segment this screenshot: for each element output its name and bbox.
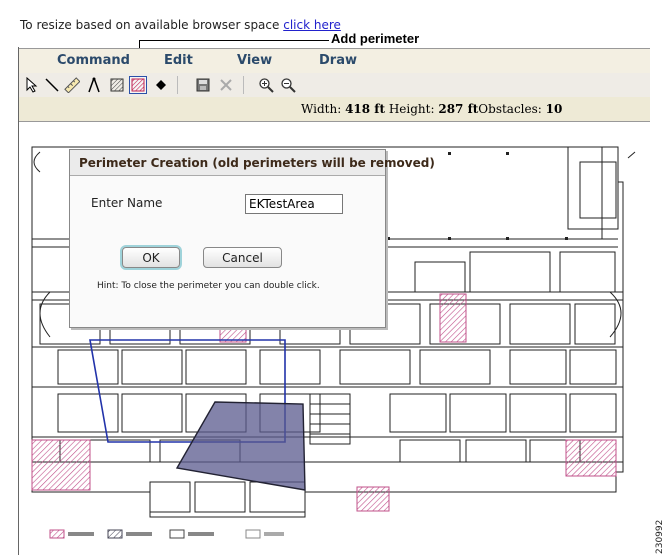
toolbar-separator xyxy=(243,76,244,94)
line-icon[interactable] xyxy=(43,76,61,94)
width-value: 418 ft xyxy=(345,102,386,116)
dimension-readout: Width: 418 ft Height: 287 ftObstacles: 1… xyxy=(301,102,562,116)
obstacles-label: Obstacles: xyxy=(478,102,542,116)
ruler-icon[interactable] xyxy=(63,76,81,94)
dialog-hint: Hint: To close the perimeter you can dou… xyxy=(97,281,320,291)
perimeter-name-input[interactable] xyxy=(245,194,343,214)
name-label: Enter Name xyxy=(91,196,163,210)
callout-label: Add perimeter xyxy=(331,31,420,46)
ok-button[interactable]: OK xyxy=(122,247,180,268)
cancel-button[interactable]: Cancel xyxy=(203,247,282,268)
menu-draw[interactable]: Draw xyxy=(319,53,357,68)
resize-note-text: To resize based on available browser spa… xyxy=(20,18,280,32)
delete-x-icon[interactable] xyxy=(217,76,235,94)
obstacles-value: 10 xyxy=(545,102,563,116)
zoom-in-icon[interactable] xyxy=(257,76,275,94)
menu-view[interactable]: View xyxy=(237,53,272,68)
callout-leader-line xyxy=(139,40,329,41)
select-arrow-icon[interactable] xyxy=(23,76,41,94)
location-diamond-icon[interactable] xyxy=(152,76,170,94)
menu-edit[interactable]: Edit xyxy=(164,53,193,68)
width-label: Width: xyxy=(301,102,342,116)
height-value: 287 ft xyxy=(438,102,479,116)
perimeter-creation-dialog: Perimeter Creation (old perimeters will … xyxy=(69,149,435,328)
click-here-link[interactable]: click here xyxy=(283,18,341,32)
height-label: Height: xyxy=(388,102,435,116)
save-disk-icon[interactable] xyxy=(194,76,212,94)
figure-id: 230992 xyxy=(655,520,665,554)
toolbar-separator xyxy=(177,76,178,94)
figure-id-text: 230992 xyxy=(655,520,665,554)
zoom-out-icon[interactable] xyxy=(279,76,297,94)
add-perimeter-icon[interactable] xyxy=(129,76,147,94)
resize-note: To resize based on available browser spa… xyxy=(20,18,341,32)
compass-icon[interactable] xyxy=(85,76,103,94)
menubar: Command Edit View Draw xyxy=(19,48,650,74)
dialog-title: Perimeter Creation (old perimeters will … xyxy=(70,150,435,176)
coverage-area-icon[interactable] xyxy=(108,76,126,94)
dimension-status-bar: Width: 418 ft Height: 287 ftObstacles: 1… xyxy=(19,97,650,122)
menu-command[interactable]: Command xyxy=(57,53,130,68)
toolbar xyxy=(19,73,650,98)
